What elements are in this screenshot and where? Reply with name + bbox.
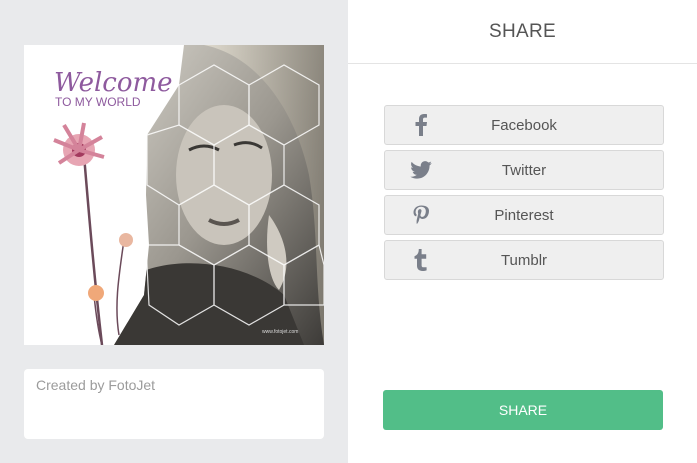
tumblr-icon [407,241,435,279]
watermark-text: www.fotojet.com [262,329,298,335]
preview-panel: Welcome TO MY WORLD www.fotojet.com [0,0,348,463]
twitter-icon [407,151,435,189]
collage-preview: Welcome TO MY WORLD www.fotojet.com [24,45,324,345]
pinterest-icon [407,196,435,234]
facebook-share-button[interactable]: Facebook [384,105,664,145]
share-title: SHARE [489,20,556,42]
subtitle-text: TO MY WORLD [55,95,141,109]
pinterest-share-button[interactable]: Pinterest [384,195,664,235]
caption-input[interactable] [24,369,324,439]
facebook-icon [407,106,435,144]
share-panel: SHARE Facebook Twitter Pinterest Tumblr … [348,0,697,463]
tumblr-share-button[interactable]: Tumblr [384,240,664,280]
share-submit-label: SHARE [498,402,548,418]
collage-image: Welcome TO MY WORLD www.fotojet.com [24,45,324,345]
twitter-share-button[interactable]: Twitter [384,150,664,190]
welcome-text: Welcome [54,68,173,98]
share-header: SHARE [348,0,697,64]
share-submit-button[interactable]: SHARE [383,390,663,430]
